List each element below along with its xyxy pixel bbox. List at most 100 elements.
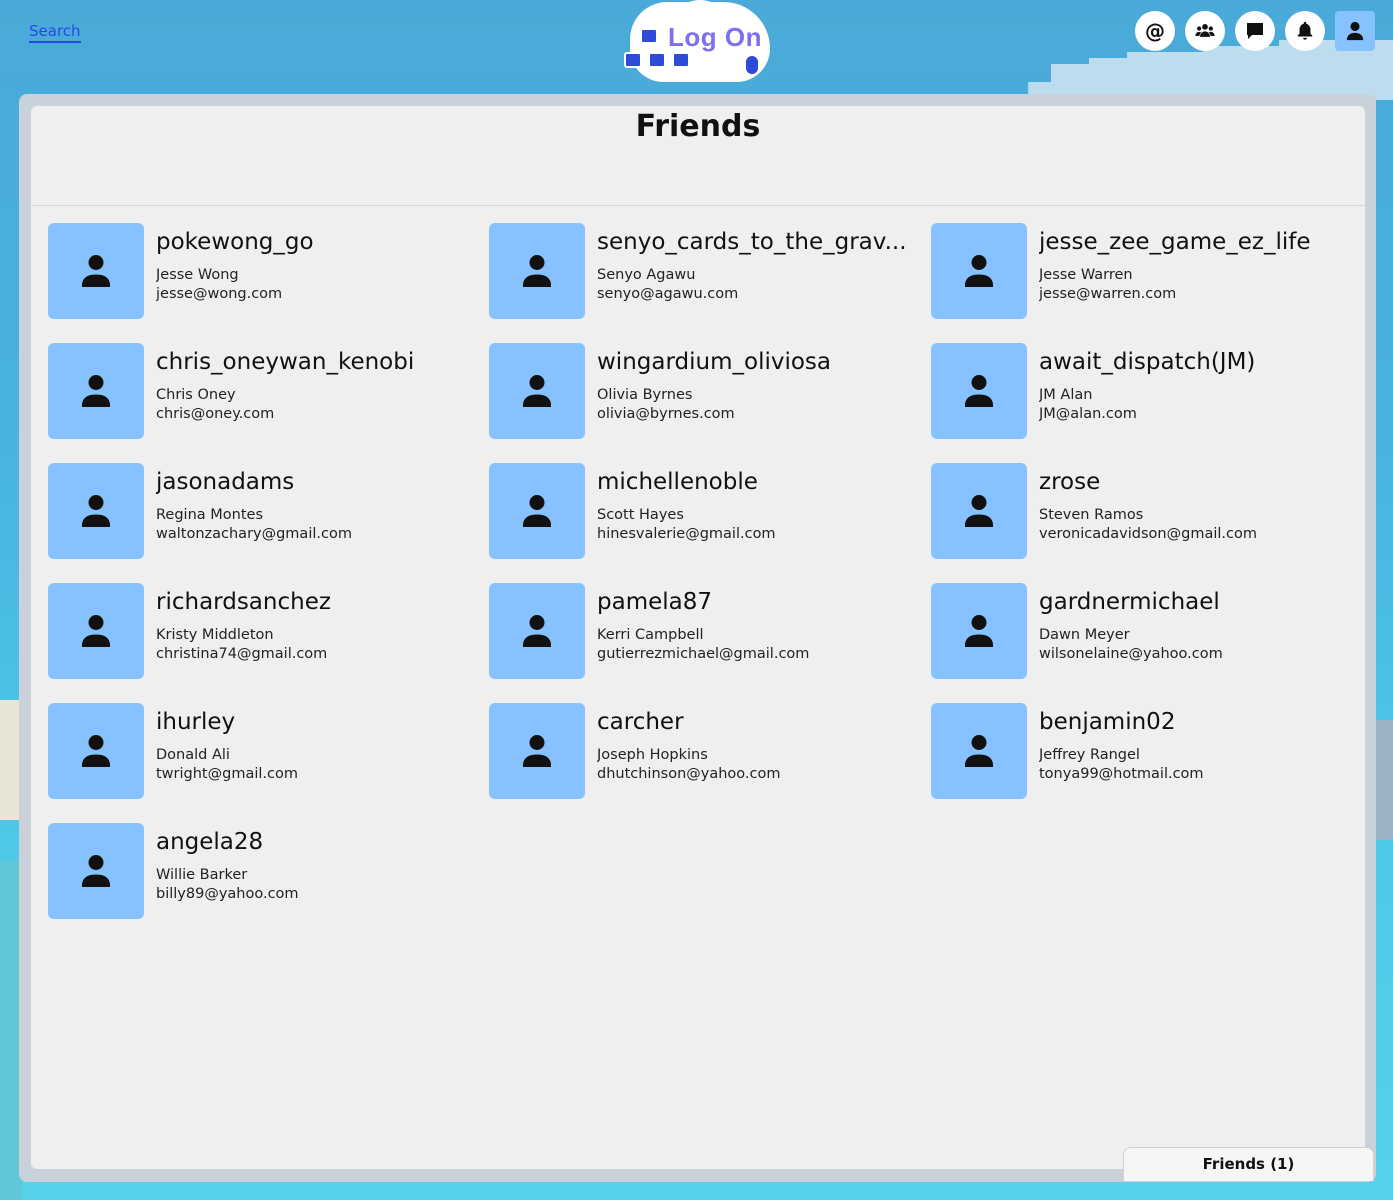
friend-card[interactable]: pamela87 Kerri Campbell gutierrezmichael@g… [489, 583, 931, 679]
avatar[interactable] [931, 463, 1027, 559]
user-icon [81, 374, 111, 408]
avatar[interactable] [931, 703, 1027, 799]
user-icon [964, 374, 994, 408]
mentions-button[interactable]: @ [1135, 11, 1175, 51]
avatar[interactable] [48, 823, 144, 919]
friend-username[interactable]: pokewong_go [156, 229, 486, 255]
friend-username[interactable]: chris_oneywan_kenobi [156, 349, 486, 375]
messages-button[interactable] [1235, 11, 1275, 51]
header-icon-bar: @ [1135, 11, 1375, 51]
friend-full-name: Dawn Meyer [1039, 627, 1130, 643]
friend-username[interactable]: ihurley [156, 709, 486, 735]
user-icon [964, 614, 994, 648]
friend-card[interactable]: wingardium_oliviosa Olivia Byrnes olivia@b… [489, 343, 931, 439]
friend-email: gutierrezmichael@gmail.com [597, 646, 810, 662]
avatar[interactable] [489, 343, 585, 439]
user-icon [522, 374, 552, 408]
avatar[interactable] [48, 583, 144, 679]
friend-username[interactable]: jesse_zee_game_ez_life [1039, 229, 1368, 255]
friend-email: veronicadavidson@gmail.com [1039, 526, 1257, 542]
avatar[interactable] [489, 583, 585, 679]
friend-email: wilsonelaine@yahoo.com [1039, 646, 1223, 662]
friend-username[interactable]: senyo_cards_to_the_grav... [597, 229, 927, 255]
groups-button[interactable] [1185, 11, 1225, 51]
friend-full-name: Olivia Byrnes [597, 387, 693, 403]
friend-full-name: Jesse Wong [156, 267, 239, 283]
user-icon [964, 254, 994, 288]
friend-username[interactable]: pamela87 [597, 589, 927, 615]
friend-card[interactable]: ihurley Donald Ali twright@gmail.com [48, 703, 489, 799]
avatar[interactable] [48, 343, 144, 439]
friend-info: benjamin02 Jeffrey Rangel tonya99@hotmail.… [1039, 703, 1368, 784]
user-icon [522, 614, 552, 648]
friend-username[interactable]: jasonadams [156, 469, 486, 495]
avatar[interactable] [931, 343, 1027, 439]
friend-username[interactable]: richardsanchez [156, 589, 486, 615]
friend-info: angela28 Willie Barker billy89@yahoo.com [156, 823, 486, 904]
friend-full-name: Steven Ramos [1039, 507, 1144, 523]
friends-panel: Friends pokewong_go Jesse Wong jesse@wong.… [31, 106, 1365, 1169]
avatar[interactable] [48, 463, 144, 559]
user-icon [964, 494, 994, 528]
avatar[interactable] [48, 703, 144, 799]
avatar[interactable] [931, 223, 1027, 319]
friend-email: olivia@byrnes.com [597, 406, 735, 422]
friend-full-name: JM Alan [1039, 387, 1093, 403]
friend-username[interactable]: michellenoble [597, 469, 927, 495]
logo[interactable]: Log On [622, 0, 772, 86]
friend-card[interactable]: chris_oneywan_kenobi Chris Oney chris@oney… [48, 343, 489, 439]
friend-username[interactable]: await_dispatch(JM) [1039, 349, 1368, 375]
friend-username[interactable]: wingardium_oliviosa [597, 349, 927, 375]
friend-username[interactable]: gardnermichael [1039, 589, 1368, 615]
friend-full-name: Jesse Warren [1039, 267, 1133, 283]
avatar[interactable] [931, 583, 1027, 679]
friend-info: await_dispatch(JM) JM Alan JM@alan.com [1039, 343, 1368, 424]
friend-card[interactable]: carcher Joseph Hopkins dhutchinson@yahoo.c… [489, 703, 931, 799]
friend-card[interactable]: gardnermichael Dawn Meyer wilsonelaine@yah… [931, 583, 1368, 679]
friend-info: senyo_cards_to_the_grav... Senyo Agawu sen… [597, 223, 927, 304]
friend-card[interactable]: angela28 Willie Barker billy89@yahoo.com [48, 823, 489, 919]
friends-grid: pokewong_go Jesse Wong jesse@wong.com senyo… [48, 223, 1368, 919]
friend-username[interactable]: benjamin02 [1039, 709, 1368, 735]
friend-card[interactable]: richardsanchez Kristy Middleton christina7… [48, 583, 489, 679]
friend-card[interactable]: benjamin02 Jeffrey Rangel tonya99@hotmail.… [931, 703, 1368, 799]
notifications-button[interactable] [1285, 11, 1325, 51]
user-icon [964, 734, 994, 768]
friend-email: JM@alan.com [1039, 406, 1137, 422]
friend-card[interactable]: jesse_zee_game_ez_life Jesse Warren jesse@… [931, 223, 1368, 319]
friend-username[interactable]: carcher [597, 709, 927, 735]
friend-card[interactable]: michellenoble Scott Hayes hinesvalerie@gma… [489, 463, 931, 559]
friend-email: hinesvalerie@gmail.com [597, 526, 776, 542]
user-icon [522, 254, 552, 288]
friend-email: dhutchinson@yahoo.com [597, 766, 781, 782]
friend-full-name: Chris Oney [156, 387, 236, 403]
background-hill-right [1373, 720, 1393, 840]
page-title: Friends [635, 109, 761, 144]
friend-email: twright@gmail.com [156, 766, 298, 782]
friend-info: pamela87 Kerri Campbell gutierrezmichael@g… [597, 583, 927, 664]
friend-email: jesse@wong.com [156, 286, 283, 302]
friend-card[interactable]: jasonadams Regina Montes waltonzachary@gma… [48, 463, 489, 559]
mouse-icon [744, 54, 760, 76]
search-link[interactable]: Search [29, 22, 81, 43]
profile-button[interactable] [1335, 11, 1375, 51]
avatar[interactable] [489, 703, 585, 799]
user-icon [81, 854, 111, 888]
friend-full-name: Joseph Hopkins [597, 747, 708, 763]
friend-card[interactable]: zrose Steven Ramos veronicadavidson@gmail.… [931, 463, 1368, 559]
friend-username[interactable]: zrose [1039, 469, 1368, 495]
avatar[interactable] [489, 463, 585, 559]
friend-info: jesse_zee_game_ez_life Jesse Warren jesse@… [1039, 223, 1368, 304]
friend-email: tonya99@hotmail.com [1039, 766, 1204, 782]
friend-full-name: Regina Montes [156, 507, 263, 523]
friend-card[interactable]: senyo_cards_to_the_grav... Senyo Agawu sen… [489, 223, 931, 319]
avatar[interactable] [489, 223, 585, 319]
group-icon [1195, 24, 1215, 37]
avatar[interactable] [48, 223, 144, 319]
friend-card[interactable]: await_dispatch(JM) JM Alan JM@alan.com [931, 343, 1368, 439]
friend-full-name: Kristy Middleton [156, 627, 274, 643]
friend-full-name: Senyo Agawu [597, 267, 696, 283]
friend-username[interactable]: angela28 [156, 829, 486, 855]
friends-count-tab[interactable]: Friends (1) [1123, 1147, 1374, 1181]
friend-card[interactable]: pokewong_go Jesse Wong jesse@wong.com [48, 223, 489, 319]
